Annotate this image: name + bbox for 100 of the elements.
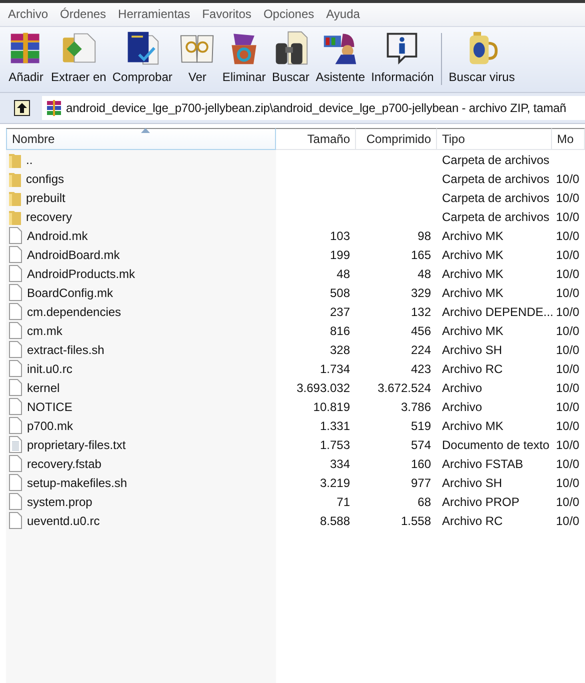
modified-date: 10/0	[555, 494, 580, 510]
packed-size: 519	[410, 418, 432, 434]
packed-size: 165	[410, 246, 432, 264]
file-name: cm.dependencies	[27, 304, 122, 318]
up-arrow-icon	[17, 103, 27, 113]
file-size: 1.331	[318, 418, 351, 434]
file-name: cm.mk	[27, 324, 62, 338]
file-size: 328	[328, 342, 351, 358]
file-name: ..	[26, 152, 33, 166]
toolbar-button[interactable]: Buscar	[268, 29, 313, 85]
file-icon	[9, 493, 22, 510]
file-icon	[9, 379, 22, 396]
packed-size: 329	[410, 284, 432, 302]
file-icon	[9, 360, 22, 377]
file-type: Archivo MK	[441, 228, 504, 244]
menu-item[interactable]: Archivo	[2, 5, 54, 23]
file-name: proprietary-files.txt	[27, 438, 126, 452]
file-type: Archivo FSTAB	[441, 456, 524, 472]
menu-item[interactable]: Opciones	[257, 5, 320, 23]
file-name: NOTICE	[27, 400, 72, 414]
file-name: ueventd.u0.rc	[27, 514, 100, 528]
packed-size: 3.786	[400, 398, 432, 416]
file-icon	[9, 474, 22, 491]
file-icon	[9, 265, 22, 282]
file-icon	[9, 341, 22, 358]
file-name: BoardConfig.mk	[27, 286, 114, 300]
path-field[interactable]: android_device_lge_p700-jellybean.zip\android_device_lge_p700-jellybean - archivo ZIP, tamañ	[42, 96, 585, 120]
toolbar-button[interactable]: Extraer en	[48, 29, 110, 85]
toolbar-button[interactable]: Buscar virus	[446, 29, 518, 85]
column-header[interactable]: Nombre	[6, 128, 276, 150]
column-header[interactable]: Mo	[552, 128, 585, 150]
packed-size: 574	[410, 436, 432, 454]
menu-item[interactable]: Herramientas	[112, 5, 196, 23]
packed-size: 98	[416, 228, 432, 244]
toolbar-button[interactable]: Añadir	[4, 29, 48, 85]
file-size: 816	[328, 322, 351, 340]
column-header[interactable]: Comprimido	[356, 128, 437, 150]
file-icon	[9, 417, 22, 434]
file-size: 1.753	[318, 436, 351, 454]
file-type: Archivo MK	[441, 418, 504, 434]
modified-date: 10/0	[555, 474, 580, 492]
toolbar-button[interactable]: Asistente	[312, 29, 368, 85]
menu-item[interactable]: Órdenes	[54, 5, 112, 23]
file-type: Archivo MK	[441, 246, 504, 264]
file-size: 48	[336, 266, 351, 282]
file-type: Carpeta de archivos	[441, 170, 550, 188]
file-type: Archivo MK	[441, 266, 504, 282]
file-name: kernel	[27, 380, 60, 394]
file-size: 10.819	[312, 398, 351, 416]
modified-date: 10/0	[555, 456, 580, 472]
packed-size: 456	[410, 322, 432, 340]
modified-date: 10/0	[555, 398, 580, 416]
file-type: Archivo SH	[441, 474, 504, 492]
modified-date: 10/0	[555, 436, 580, 454]
menu-item[interactable]: Ayuda	[320, 5, 366, 23]
file-type: Archivo PROP	[441, 494, 520, 510]
up-folder-button[interactable]	[14, 100, 30, 116]
modified-date: 10/0	[555, 360, 580, 378]
toolbar-button[interactable]: Información	[368, 29, 437, 85]
modified-date: 10/0	[555, 380, 580, 396]
file-type: Archivo RC	[441, 512, 504, 530]
file-name: system.prop	[27, 494, 92, 508]
modified-date: 10/0	[555, 266, 580, 282]
modified-date: 10/0	[555, 246, 580, 264]
file-type: Archivo SH	[441, 342, 504, 358]
file-size: 3.219	[318, 474, 351, 492]
packed-size: 423	[410, 360, 432, 378]
toolbar-button[interactable]: Eliminar	[219, 29, 269, 85]
file-name: recovery.fstab	[27, 456, 102, 470]
file-size: 334	[328, 456, 351, 472]
modified-date: 10/0	[555, 190, 580, 206]
modified-date: 10/0	[555, 304, 580, 320]
file-name: extract-files.sh	[27, 342, 104, 356]
modified-date: 10/0	[555, 418, 580, 434]
file-icon	[9, 455, 22, 472]
packed-size: 224	[410, 342, 432, 358]
file-name: AndroidBoard.mk	[27, 248, 120, 262]
file-icon	[9, 322, 22, 339]
file-icon	[9, 512, 22, 529]
menu-item[interactable]: Favoritos	[196, 5, 258, 23]
file-size: 71	[336, 494, 351, 510]
file-type: Carpeta de archivos	[441, 190, 550, 206]
modified-date: 10/0	[555, 208, 580, 226]
column-header[interactable]: Tipo	[437, 128, 552, 150]
file-name: recovery	[26, 210, 72, 224]
file-icon	[9, 227, 22, 244]
file-icon	[9, 246, 22, 263]
column-header[interactable]: Tamaño	[276, 128, 356, 150]
modified-date: 10/0	[555, 322, 580, 340]
file-type: Archivo	[441, 380, 484, 396]
toolbar-button[interactable]: Ver	[175, 29, 220, 85]
modified-date: 10/0	[555, 342, 580, 358]
modified-date: 10/0	[555, 228, 580, 244]
file-name: prebuilt	[26, 190, 66, 204]
toolbar-button[interactable]: Comprobar	[109, 29, 176, 85]
file-type: Archivo MK	[441, 322, 504, 340]
packed-size: 68	[416, 494, 432, 510]
modified-date: 10/0	[555, 512, 580, 530]
file-size: 1.734	[318, 360, 351, 378]
text-file-icon	[9, 436, 22, 453]
